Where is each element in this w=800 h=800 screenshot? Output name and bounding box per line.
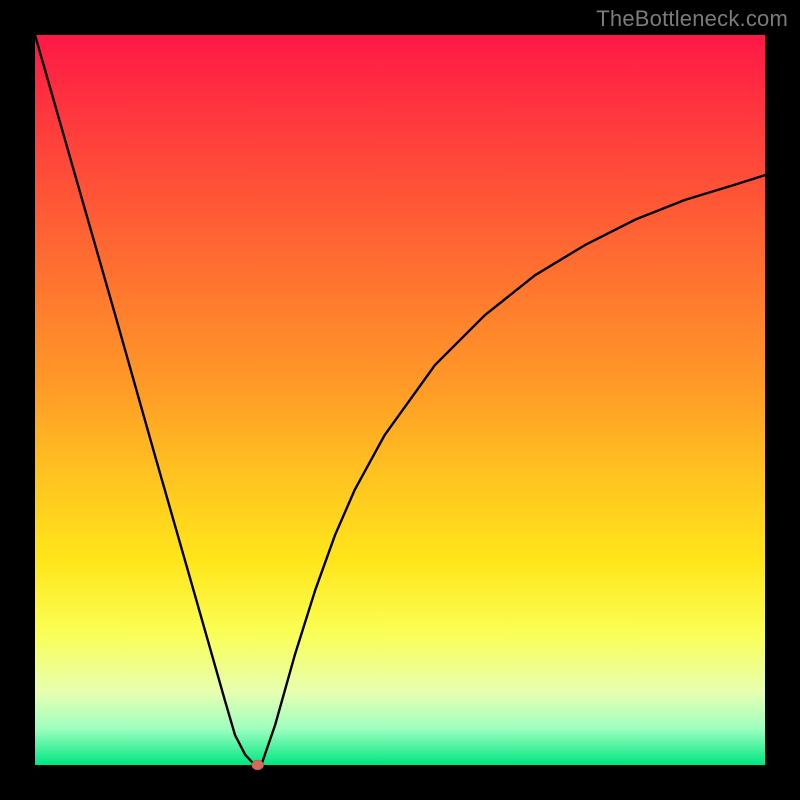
- optimal-marker: [252, 760, 264, 770]
- plot-area: [35, 35, 765, 765]
- bottleneck-curve: [35, 35, 765, 765]
- chart-frame: TheBottleneck.com: [0, 0, 800, 800]
- chart-svg: [35, 35, 765, 765]
- watermark-text: TheBottleneck.com: [596, 6, 788, 32]
